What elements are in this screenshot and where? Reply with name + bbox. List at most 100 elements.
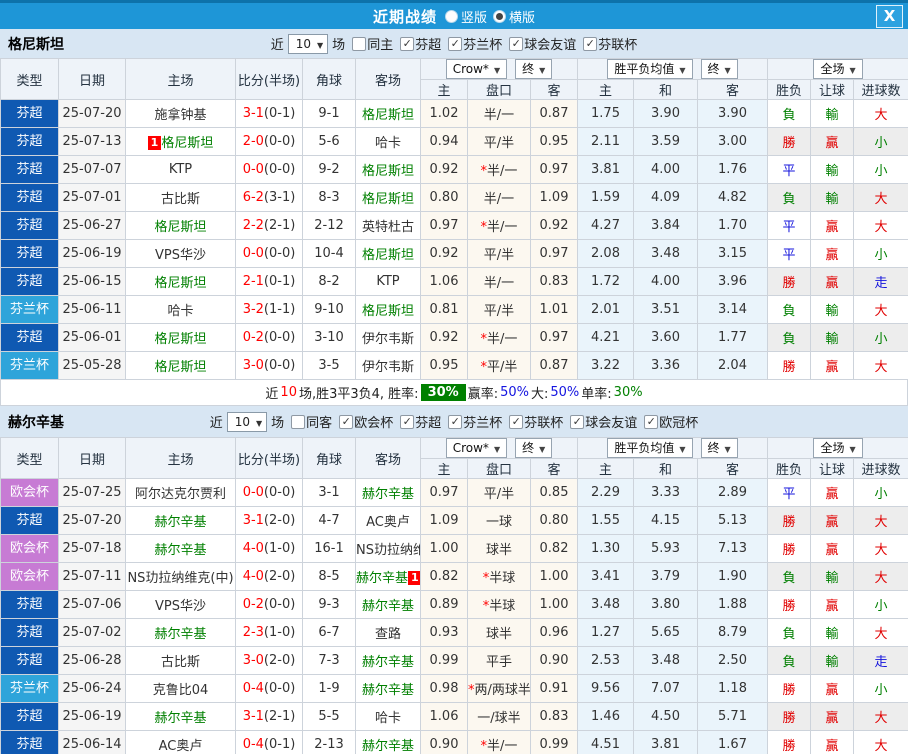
league-checkbox[interactable]: ✓ [644,414,659,429]
corners-cell: 3-1 [302,478,356,507]
results-table: 类型 日期 主场 比分(半场) 角球 客场 Crow* ▼ 终 ▼ 胜平负均值 ▼ 终 ▼ 全场 ▼ 主盘口客主… [0,58,908,380]
corners-cell: 6-7 [302,618,356,647]
away-team-name: 赫尔辛基 [361,599,414,614]
half-time-score: (0-0) [263,246,296,261]
odds-source-dropdown[interactable]: Crow* ▼ [445,59,508,79]
league-checkbox[interactable]: ✓ [509,36,524,51]
league-checkbox[interactable]: ✓ [400,414,415,429]
league-type-badge: 芬超 [1,212,58,239]
near-label: 近 [270,38,284,53]
mean-home-cell: 2.53 [577,646,634,675]
score-cell: 2-3(1-0) [235,618,303,647]
corners-cell: 9-2 [302,155,356,184]
league-checkbox-label: 芬超 [415,416,442,431]
odds-final-dropdown[interactable]: 终 ▼ [515,438,553,458]
radio-vertical-layout[interactable] [444,9,458,23]
mean-home-cell: 1.46 [577,702,634,731]
sub-column-header: 客 [696,458,769,479]
close-button[interactable]: X [876,5,903,28]
mean-source-dropdown[interactable]: 胜平负均值 ▼ [607,438,693,458]
result-group-header: 全场 ▼ [767,437,908,459]
half-time-score: (0-0) [263,162,296,177]
league-checkbox[interactable]: ✓ [339,414,354,429]
mean-draw-cell: 5.93 [633,534,698,563]
mean-home-cell: 3.41 [577,562,634,591]
table-row: 芬超 25-07-02 赫尔辛基 2-3(1-0) 6-7 查路 0.93 球半 0.96 1.2… [0,618,908,647]
away-team-cell: 哈卡 [355,127,421,156]
league-checkbox[interactable]: ✓ [583,36,598,51]
home-team-cell: 赫尔辛基 [125,506,236,535]
odds-home-cell: 0.95 [420,351,468,380]
same-side-checkbox[interactable] [291,414,306,429]
home-team-name: 古比斯 [160,655,200,670]
win-loss-cell: 勝 [767,730,812,754]
league-type-badge: 芬超 [1,268,58,295]
match-type-cell: 芬超 [0,183,59,212]
same-side-checkbox[interactable] [352,36,367,51]
home-team-cell: AC奥卢 [125,730,236,754]
score-cell: 2-2(2-1) [235,211,303,240]
filter-controls: 近 10 ▼ 场同客 ✓ 欧会杯 ✓ 芬超 ✓ 芬兰杯 ✓ 芬联杯 ✓ 球会友谊 ✓ 欧冠杯 [210,411,699,432]
mean-group-header: 胜平负均值 ▼ 终 ▼ [576,437,769,459]
handicap-cell: *半/一 [467,211,531,240]
odds-away-cell: 1.01 [530,295,578,324]
mean-home-cell: 2.11 [577,127,634,156]
date-cell: 25-06-28 [58,646,126,675]
league-type-badge: 芬兰杯 [1,296,58,323]
league-checkbox[interactable]: ✓ [400,36,415,51]
league-type-badge: 芬超 [1,128,58,155]
mean-final-dropdown-value: 终 [707,441,720,455]
league-checkbox[interactable]: ✓ [448,414,463,429]
sub-column-header: 主 [577,79,634,100]
odds-home-cell: 0.80 [420,183,468,212]
matches-count-select[interactable]: 10 ▼ [287,33,329,54]
corners-cell: 3-10 [302,323,356,352]
handicap-result-cell: 輸 [810,155,855,184]
full-time-score: 4-0 [242,569,264,584]
home-team-cell: KTP [125,155,236,184]
odds-home-cell: 0.81 [420,295,468,324]
win-loss-cell: 平 [767,155,812,184]
odds-final-dropdown[interactable]: 终 ▼ [515,59,553,79]
column-header: 日期 [58,437,126,479]
handicap-result-cell: 輸 [810,99,855,128]
league-checkbox[interactable]: ✓ [448,36,463,51]
odds-away-cell: 0.95 [530,127,578,156]
away-team-cell: 格尼斯坦 [355,239,421,268]
column-header: 主场 [125,437,236,479]
league-checkbox[interactable]: ✓ [570,414,585,429]
radio-horizontal-layout[interactable] [493,9,506,23]
scope-dropdown[interactable]: 全场 ▼ [813,438,863,458]
league-checkbox-label: 欧冠杯 [659,416,699,431]
mean-draw-cell: 3.84 [633,211,698,240]
away-team-cell: 查路 [355,618,421,647]
team-section: 赫尔辛基近 10 ▼ 场同客 ✓ 欧会杯 ✓ 芬超 ✓ 芬兰杯 ✓ 芬联杯 ✓ 球会友谊 ✓ 欧冠杯 类型 日期主… [0,406,908,754]
mean-final-dropdown[interactable]: 终 ▼ [700,59,738,79]
win-loss-cell: 勝 [767,702,812,731]
league-type-badge: 芬兰杯 [1,675,58,702]
goals-total-cell: 大 [853,295,908,324]
away-team-cell: NS玏拉纳维克1 [355,534,421,563]
score-cell: 4-0(1-0) [235,534,303,563]
odds-away-cell: 0.97 [530,155,578,184]
half-time-score: (2-1) [263,709,296,724]
home-team-cell: 格尼斯坦 [125,351,236,380]
sub-column-header: 和 [633,79,698,100]
mean-final-dropdown[interactable]: 终 ▼ [700,438,738,458]
win-loss-cell: 負 [767,618,812,647]
matches-count-select[interactable]: 10 ▼ [226,411,268,432]
away-team-name: 伊尔韦斯 [361,360,414,375]
mean-away-cell: 1.18 [696,674,769,703]
odds-source-dropdown[interactable]: Crow* ▼ [445,438,508,458]
league-checkbox[interactable]: ✓ [509,414,524,429]
away-team-name: 英特杜古 [361,220,414,235]
score-cell: 2-1(0-1) [235,267,303,296]
mean-source-dropdown[interactable]: 胜平负均值 ▼ [607,59,693,79]
handicap-value: 半/一 [487,739,518,754]
win-loss-cell: 勝 [767,534,812,563]
scope-dropdown[interactable]: 全场 ▼ [813,59,863,79]
handicap-result-cell: 贏 [810,267,855,296]
mean-home-cell: 9.56 [577,674,634,703]
full-time-score: 0-0 [242,485,264,500]
corners-cell: 9-10 [302,295,356,324]
